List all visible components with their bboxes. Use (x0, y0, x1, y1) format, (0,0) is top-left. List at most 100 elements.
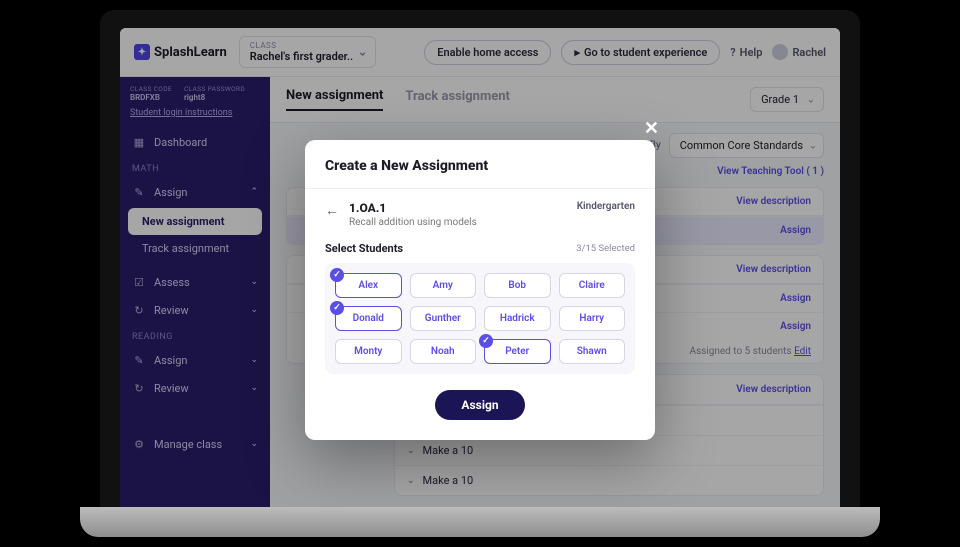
sidebar-sub-track-assignment[interactable]: Track assignment (128, 235, 262, 262)
tabbar: New assignment Track assignment Grade 1 … (270, 77, 840, 123)
curriculum-select[interactable]: Common Core Standards ⌄ (669, 133, 824, 158)
sidebar-item-manage-class[interactable]: ⚙ Manage class ⌄ (120, 430, 270, 458)
sidebar-item-dashboard[interactable]: ▦ Dashboard (120, 128, 270, 156)
sidebar-reading-review-label: Review (154, 382, 189, 395)
assign-link[interactable]: Assign (780, 293, 811, 304)
sidebar-assign-subnav: New assignment Track assignment (128, 208, 262, 262)
sidebar-dashboard-label: Dashboard (154, 136, 207, 149)
edit-assigned-link[interactable]: Edit (794, 346, 811, 357)
student-chip[interactable]: Harry (559, 306, 626, 331)
grade-select[interactable]: Grade 1 ⌄ (750, 87, 824, 112)
user-menu[interactable]: Rachel (772, 44, 826, 60)
enable-home-access-button[interactable]: Enable home access (424, 40, 551, 65)
student-chip[interactable]: Gunther (410, 306, 477, 331)
sub-skill-label: Make a 10 (423, 474, 474, 487)
chevron-down-icon: ⌄ (407, 476, 415, 486)
review-icon: ↻ (132, 381, 146, 395)
students-grid: Alex Amy Bob Claire Donald Gunther Hadrick Harr… (325, 263, 635, 374)
class-pw-value: right8 (184, 93, 245, 102)
chevron-down-icon: ⌄ (250, 355, 258, 365)
sidebar-reading-assign-label: Assign (154, 354, 187, 367)
chevron-down-icon: ⌄ (807, 94, 815, 105)
app-root: ✦ SplashLearn CLASS Rachel's first grade… (120, 28, 840, 507)
student-exp-label: Go to student experience (584, 46, 707, 59)
class-name: Rachel's first grader.. (250, 50, 353, 63)
view-description-link[interactable]: View description (736, 196, 811, 207)
sidebar-sub-new-assignment[interactable]: New assignment (128, 208, 262, 235)
sidebar-section-reading: READING (120, 324, 270, 346)
sidebar-item-reading-review[interactable]: ↻ Review ⌄ (120, 374, 270, 402)
class-pw-label: CLASS PASSWORD (184, 85, 245, 93)
select-students-label: Select Students (325, 242, 403, 255)
laptop-frame: ✦ SplashLearn CLASS Rachel's first grade… (80, 0, 880, 507)
chevron-down-icon: ⌄ (250, 439, 258, 449)
sidebar-review-label: Review (154, 304, 189, 317)
class-label: CLASS (250, 41, 353, 50)
avatar-icon (772, 44, 788, 60)
standard-code: 1.OA.1 (349, 201, 567, 215)
keyboard-deck (80, 507, 880, 537)
student-chip[interactable]: Hadrick (484, 306, 551, 331)
sub-skill-row[interactable]: ⌄ Make a 10 (395, 465, 823, 495)
standard-description: Recall addition using models (349, 217, 567, 228)
brand-name: SplashLearn (154, 45, 227, 60)
assign-button[interactable]: Assign (435, 390, 524, 420)
help-link[interactable]: ? Help (730, 46, 762, 59)
sidebar: CLASS CODE BRDFXB CLASS PASSWORD right8 … (120, 77, 270, 507)
assign-link[interactable]: Assign (780, 225, 811, 236)
sidebar-assign-label: Assign (154, 186, 187, 199)
assign-icon: ✎ (132, 185, 146, 199)
chevron-up-icon: ⌃ (250, 187, 258, 197)
grade-value: Grade 1 (761, 93, 799, 106)
play-icon: ▸ (574, 46, 580, 59)
assess-icon: ☑ (132, 275, 146, 289)
login-instructions-link[interactable]: Student login instructions (130, 108, 260, 118)
sidebar-assess-label: Assess (154, 276, 190, 289)
chevron-down-icon: ⌄ (809, 140, 817, 151)
view-description-link[interactable]: View description (736, 384, 811, 395)
class-code-label: CLASS CODE (130, 85, 172, 93)
review-icon: ↻ (132, 303, 146, 317)
close-icon[interactable]: ✕ (644, 118, 659, 139)
dashboard-icon: ▦ (132, 135, 146, 149)
student-chip[interactable]: Donald (335, 306, 402, 331)
user-name: Rachel (792, 46, 826, 59)
create-assignment-modal: ✕ Create a New Assignment ← 1.OA.1 Recal… (305, 140, 655, 440)
student-chip[interactable]: Peter (484, 339, 551, 364)
sidebar-item-assign[interactable]: ✎ Assign ⌃ (120, 178, 270, 206)
assign-icon: ✎ (132, 353, 146, 367)
screen-bezel: ✦ SplashLearn CLASS Rachel's first grade… (100, 10, 860, 507)
tab-new-assignment[interactable]: New assignment (286, 88, 383, 111)
back-arrow-icon[interactable]: ← (325, 202, 339, 219)
help-label: Help (740, 46, 763, 59)
modal-title: Create a New Assignment (325, 158, 635, 174)
chevron-down-icon: ⌄ (358, 46, 367, 59)
student-experience-button[interactable]: ▸ Go to student experience (561, 40, 720, 65)
sidebar-manage-label: Manage class (154, 438, 222, 451)
brand-mark-icon: ✦ (134, 44, 150, 60)
chevron-down-icon: ⌄ (250, 305, 258, 315)
selected-count: 3/15 Selected (576, 243, 635, 254)
student-chip[interactable]: Shawn (559, 339, 626, 364)
home-access-label: Enable home access (437, 46, 538, 59)
topbar: ✦ SplashLearn CLASS Rachel's first grade… (120, 28, 840, 77)
student-chip[interactable]: Bob (484, 273, 551, 298)
brand-logo[interactable]: ✦ SplashLearn (134, 44, 227, 60)
help-icon: ? (730, 46, 735, 59)
sidebar-item-assess[interactable]: ☑ Assess ⌄ (120, 268, 270, 296)
sidebar-item-reading-assign[interactable]: ✎ Assign ⌄ (120, 346, 270, 374)
student-chip[interactable]: Amy (410, 273, 477, 298)
tab-track-assignment[interactable]: Track assignment (405, 89, 510, 110)
student-chip[interactable]: Noah (410, 339, 477, 364)
class-selector[interactable]: CLASS Rachel's first grader.. ⌄ (239, 36, 376, 68)
sub-skill-label: Make a 10 (423, 444, 474, 457)
sidebar-item-review[interactable]: ↻ Review ⌄ (120, 296, 270, 324)
student-chip[interactable]: Claire (559, 273, 626, 298)
student-chip[interactable]: Alex (335, 273, 402, 298)
curriculum-value: Common Core Standards (680, 139, 803, 152)
student-chip[interactable]: Monty (335, 339, 402, 364)
sidebar-section-math: MATH (120, 156, 270, 178)
teaching-tool-link[interactable]: View Teaching Tool ( 1 ) (717, 166, 824, 177)
view-description-link[interactable]: View description (736, 264, 811, 275)
assign-link[interactable]: Assign (780, 321, 811, 332)
